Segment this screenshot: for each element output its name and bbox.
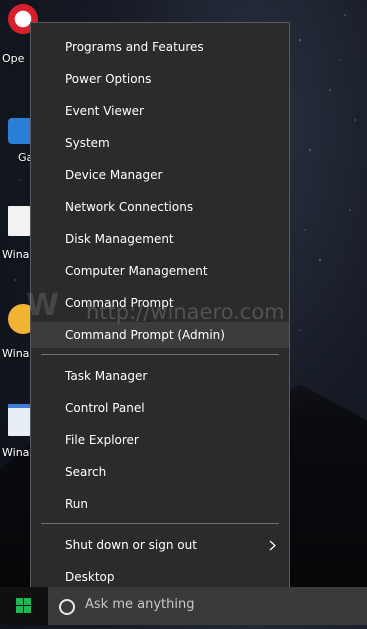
menu-item-command-prompt[interactable]: Command Prompt (31, 290, 289, 316)
menu-item-event-viewer[interactable]: Event Viewer (31, 98, 289, 124)
menu-item-command-prompt-admin[interactable]: Command Prompt (Admin) (31, 322, 289, 348)
search-placeholder: Ask me anything (85, 597, 195, 612)
windows-logo-icon (16, 598, 31, 613)
winaero-doc-icon (8, 206, 30, 236)
winaero-window-icon (8, 404, 30, 436)
menu-item-shut-down-or-sign-out[interactable]: Shut down or sign out (31, 532, 289, 558)
menu-item-search[interactable]: Search (31, 459, 289, 485)
chevron-right-icon (269, 532, 279, 558)
menu-item-control-panel[interactable]: Control Panel (31, 395, 289, 421)
menu-item-power-options[interactable]: Power Options (31, 66, 289, 92)
menu-item-label: Shut down or sign out (65, 538, 197, 552)
menu-item-task-manager[interactable]: Task Manager (31, 363, 289, 389)
menu-item-network-connections[interactable]: Network Connections (31, 194, 289, 220)
menu-item-run[interactable]: Run (31, 491, 289, 517)
menu-separator (41, 523, 279, 524)
menu-item-system[interactable]: System (31, 130, 289, 156)
menu-item-file-explorer[interactable]: File Explorer (31, 427, 289, 453)
start-button[interactable] (0, 587, 48, 625)
menu-item-programs-and-features[interactable]: Programs and Features (31, 34, 289, 60)
menu-item-disk-management[interactable]: Disk Management (31, 226, 289, 252)
winx-menu: Programs and Features Power Options Even… (30, 22, 290, 602)
menu-item-device-manager[interactable]: Device Manager (31, 162, 289, 188)
taskbar: Ask me anything (0, 587, 367, 625)
cortana-circle-icon (59, 599, 75, 615)
menu-item-computer-management[interactable]: Computer Management (31, 258, 289, 284)
search-box[interactable]: Ask me anything (48, 587, 367, 625)
menu-separator (41, 354, 279, 355)
